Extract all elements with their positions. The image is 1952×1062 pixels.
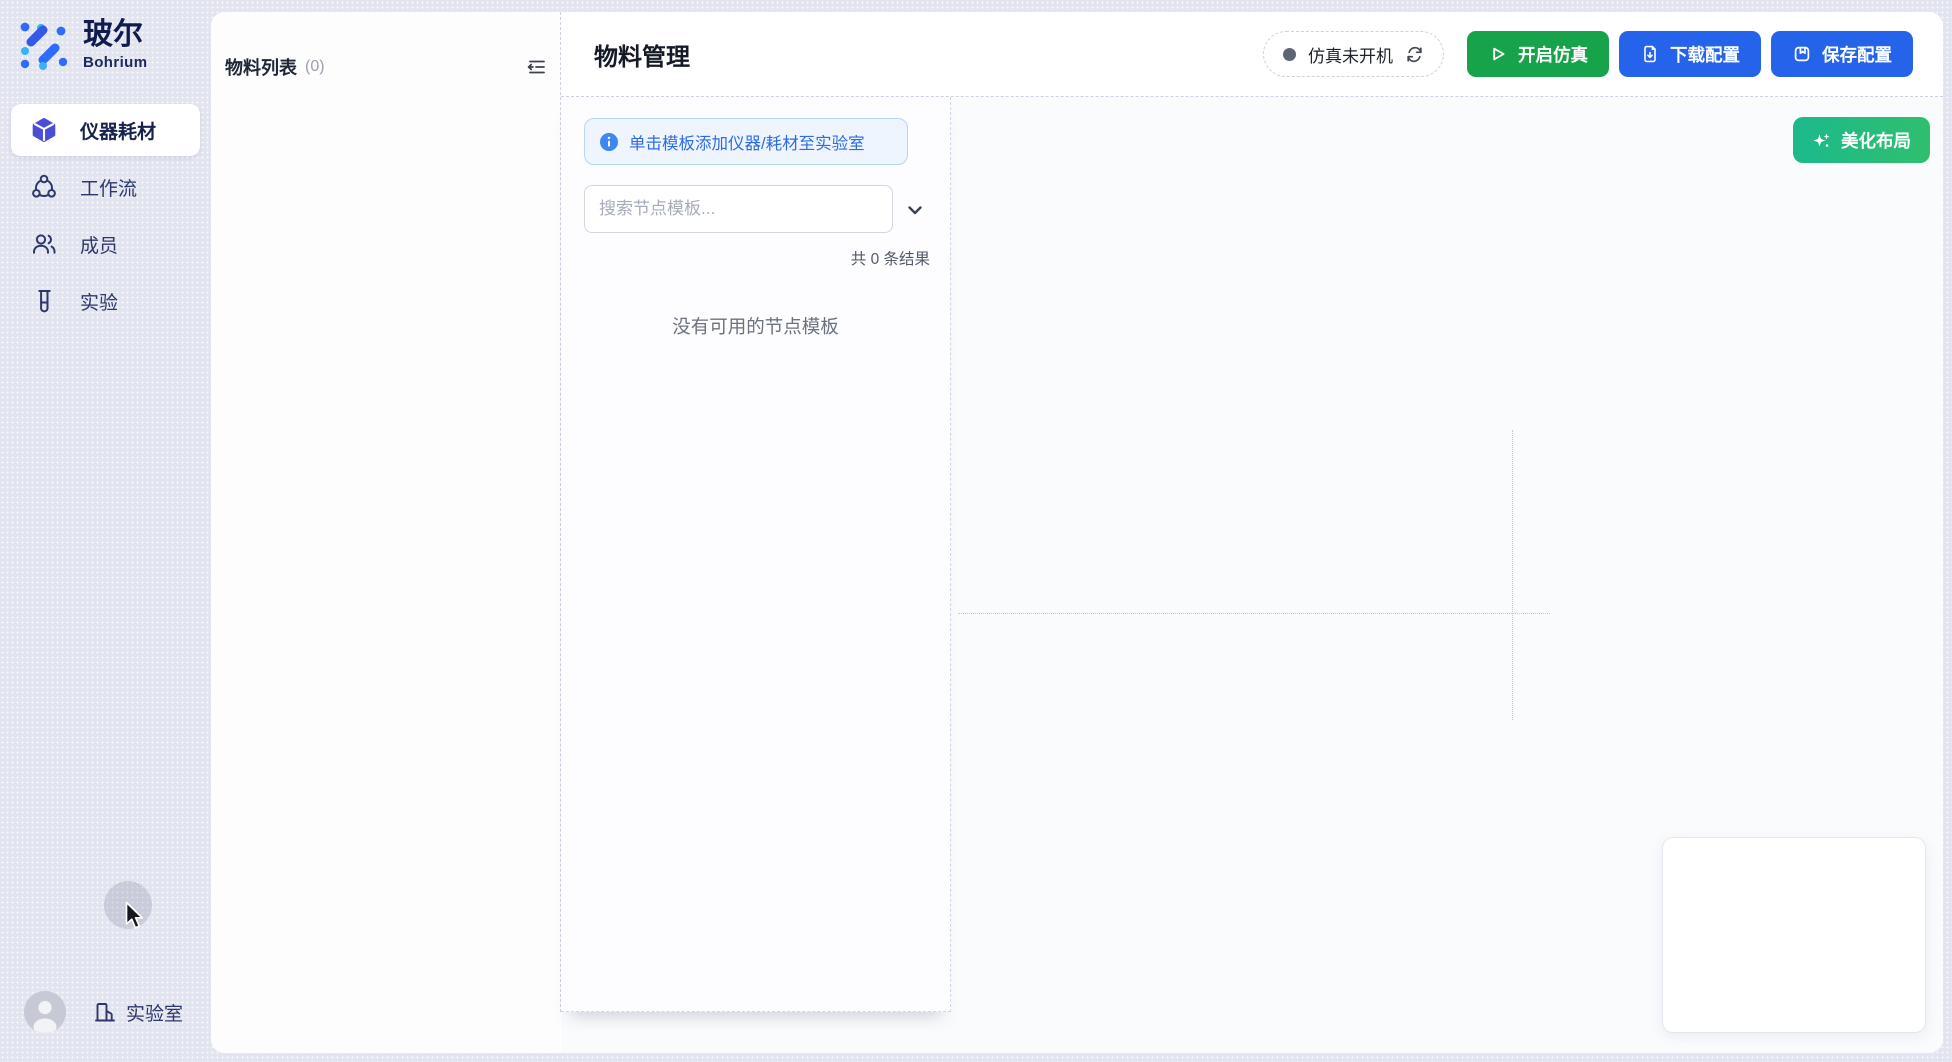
simulation-status-label: 仿真未开机 xyxy=(1308,42,1393,67)
search-input[interactable] xyxy=(584,185,893,233)
sidebar-footer: 实验室 xyxy=(24,991,183,1033)
simulation-status-pill[interactable]: 仿真未开机 xyxy=(1263,31,1444,77)
main-header: 物料管理 仿真未开机 开启仿真 xyxy=(561,12,1943,96)
sidebar-item-label: 工作流 xyxy=(80,174,137,201)
material-list-title: 物料列表 xyxy=(225,54,297,80)
sidebar-item-members[interactable]: 成员 xyxy=(11,218,200,270)
save-config-label: 保存配置 xyxy=(1822,42,1892,67)
members-icon xyxy=(31,231,57,257)
collapse-panel-icon xyxy=(525,56,547,78)
collapse-panel-button[interactable] xyxy=(524,55,548,79)
beautify-layout-label: 美化布局 xyxy=(1841,128,1911,153)
sidebar-item-label: 实验 xyxy=(80,288,118,315)
save-config-button[interactable]: 保存配置 xyxy=(1771,31,1913,77)
experiment-icon xyxy=(31,288,57,314)
template-hint-text: 单击模板添加仪器/耗材至实验室 xyxy=(629,130,865,154)
canvas-guide-vertical xyxy=(1512,430,1513,720)
node-template-panel: 单击模板添加仪器/耗材至实验室 共 0 条结果 没有可用的节点模板 xyxy=(561,97,951,1012)
result-count: 共 0 条结果 xyxy=(851,247,930,269)
brand-text: 玻尔 Bohrium xyxy=(83,19,147,71)
page-title: 物料管理 xyxy=(594,37,690,72)
sidebar-item-label: 成员 xyxy=(80,231,118,258)
bohrium-logo-icon xyxy=(16,18,70,72)
workflow-icon xyxy=(31,174,57,200)
content-card: 物料列表 (0) 物料管理 仿真未开机 xyxy=(211,12,1943,1053)
app-root: { "brand": { "name": "玻尔", "subtitle": "… xyxy=(0,0,1952,1062)
download-config-label: 下载配置 xyxy=(1670,42,1740,67)
sidebar-item-workflow[interactable]: 工作流 xyxy=(11,161,200,213)
brand-name: 玻尔 xyxy=(83,19,147,51)
start-simulation-label: 开启仿真 xyxy=(1518,42,1588,67)
play-icon xyxy=(1488,44,1508,64)
template-hint-banner: 单击模板添加仪器/耗材至实验室 xyxy=(584,118,908,165)
save-icon xyxy=(1792,44,1812,64)
header-actions: 仿真未开机 开启仿真 xyxy=(1263,31,1913,77)
flow-canvas[interactable]: 单击模板添加仪器/耗材至实验室 共 0 条结果 没有可用的节点模板 美化布 xyxy=(561,97,1943,1053)
sidebar-item-instruments[interactable]: 仪器耗材 xyxy=(11,104,200,156)
refresh-icon[interactable] xyxy=(1405,45,1424,64)
user-avatar[interactable] xyxy=(24,991,66,1033)
chevron-down-icon xyxy=(904,199,926,221)
material-list-header: 物料列表 (0) xyxy=(225,54,548,80)
file-download-icon xyxy=(1640,44,1660,64)
sidebar-nav: 仪器耗材 工作流 成员 xyxy=(11,104,200,327)
sidebar-item-label: 仪器耗材 xyxy=(80,117,156,144)
sidebar: 玻尔 Bohrium 仪器耗材 工作流 xyxy=(0,0,211,1062)
start-simulation-button[interactable]: 开启仿真 xyxy=(1467,31,1609,77)
download-config-button[interactable]: 下载配置 xyxy=(1619,31,1761,77)
lab-label: 实验室 xyxy=(126,999,183,1026)
info-icon xyxy=(600,133,618,151)
brand-subtitle: Bohrium xyxy=(83,54,147,71)
beautify-layout-button[interactable]: 美化布局 xyxy=(1793,117,1930,163)
minimap[interactable] xyxy=(1663,838,1925,1032)
material-list-panel: 物料列表 (0) xyxy=(211,12,560,1053)
status-dot-icon xyxy=(1283,48,1296,61)
canvas-guide-horizontal xyxy=(958,613,1550,614)
lab-switcher[interactable]: 实验室 xyxy=(93,999,183,1026)
brand-logo[interactable]: 玻尔 Bohrium xyxy=(16,18,147,72)
sidebar-item-experiment[interactable]: 实验 xyxy=(11,275,200,327)
building-icon xyxy=(93,1000,117,1024)
cube-icon xyxy=(31,117,57,143)
material-list-count: (0) xyxy=(305,58,325,76)
expand-filter-button[interactable] xyxy=(902,197,928,223)
sparkles-icon xyxy=(1812,131,1831,150)
empty-template-message: 没有可用的节点模板 xyxy=(561,313,950,339)
main-area: 物料管理 仿真未开机 开启仿真 xyxy=(561,12,1943,1053)
